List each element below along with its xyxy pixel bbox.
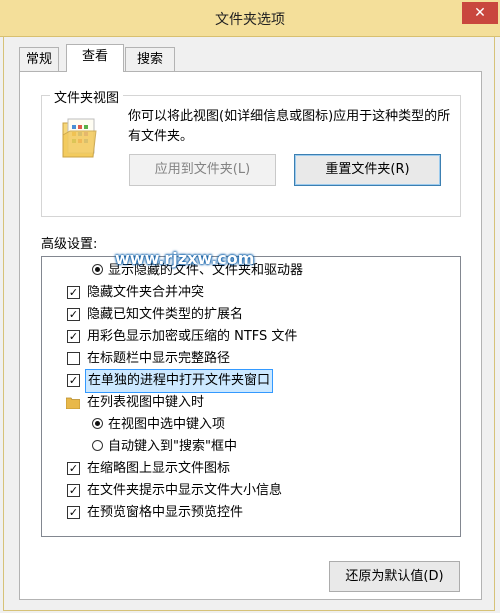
- title-bar: 文件夹选项 ✕: [0, 0, 500, 37]
- apply-to-folders-button[interactable]: 应用到文件夹(L): [129, 154, 276, 186]
- folder-options-icon: [62, 118, 97, 158]
- checkbox[interactable]: ✓: [67, 330, 80, 343]
- list-item-label: 隐藏文件夹合并冲突: [87, 285, 205, 300]
- radio-button[interactable]: [92, 418, 103, 429]
- checkbox[interactable]: ✓: [67, 506, 80, 519]
- folder-views-heading: 文件夹视图: [50, 87, 124, 106]
- list-item-label: 在预览窗格中显示预览控件: [87, 505, 244, 520]
- list-item-label: 在视图中选中键入项: [108, 417, 226, 432]
- tab-search[interactable]: 搜索: [125, 47, 175, 72]
- tab-general[interactable]: 常规: [19, 47, 59, 72]
- restore-defaults-button[interactable]: 还原为默认值(D): [329, 561, 460, 592]
- list-item-label: 在文件夹提示中显示文件大小信息: [87, 483, 283, 498]
- checkbox[interactable]: ✓: [67, 484, 80, 497]
- advanced-settings-list[interactable]: 显示隐藏的文件、文件夹和驱动器 ✓ 隐藏文件夹合并冲突 ✓ 隐藏已知文件类型的扩…: [41, 256, 461, 537]
- checkbox[interactable]: ✓: [67, 308, 80, 321]
- advanced-settings-heading: 高级设置:: [41, 237, 98, 252]
- close-button[interactable]: ✕: [462, 2, 498, 24]
- list-item-label: 在缩略图上显示文件图标: [87, 461, 231, 476]
- list-item-label: 在单独的进程中打开文件夹窗口: [84, 369, 274, 393]
- list-item-label: 用彩色显示加密或压缩的 NTFS 文件: [87, 329, 298, 344]
- window-title: 文件夹选项: [215, 12, 285, 28]
- tab-view[interactable]: 查看: [66, 44, 124, 72]
- folder-views-description: 你可以将此视图(如详细信息或图标)应用于这种类型的所有文件夹。: [128, 109, 451, 144]
- checkbox[interactable]: ✓: [67, 286, 80, 299]
- list-item-label: 隐藏已知文件类型的扩展名: [87, 307, 244, 322]
- watermark: www.rjzxw.com: [115, 249, 255, 268]
- reset-folders-button[interactable]: 重置文件夹(R): [294, 154, 441, 186]
- checkbox[interactable]: ✓: [67, 462, 80, 475]
- radio-button[interactable]: [92, 264, 103, 275]
- folder-icon: [66, 397, 80, 409]
- radio-button[interactable]: [92, 440, 103, 451]
- list-item-label: 自动键入到"搜索"框中: [108, 439, 237, 454]
- list-item-label: 在列表视图中键入时: [87, 395, 205, 410]
- checkbox[interactable]: ✓: [67, 374, 80, 387]
- list-item-label: 在标题栏中显示完整路径: [87, 351, 231, 366]
- checkbox[interactable]: [67, 352, 80, 365]
